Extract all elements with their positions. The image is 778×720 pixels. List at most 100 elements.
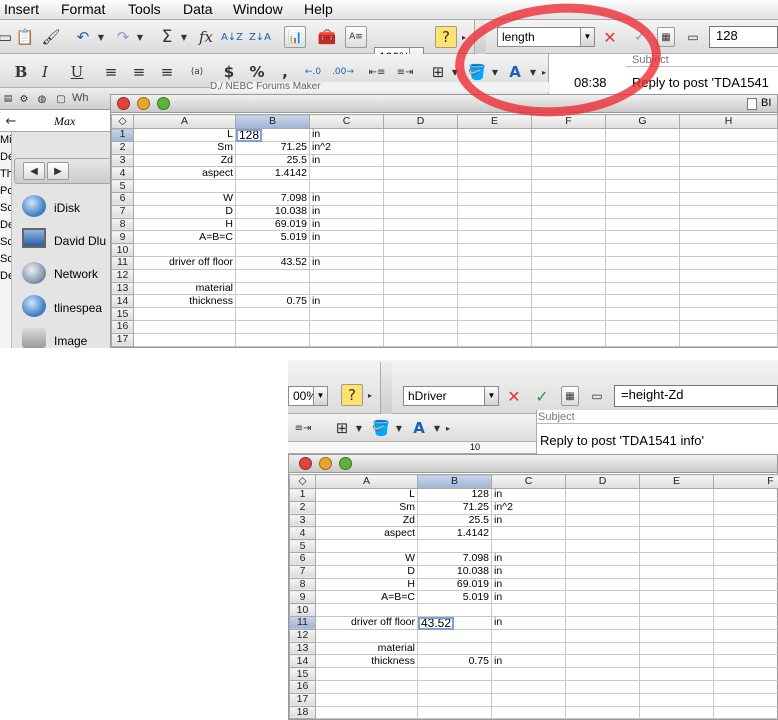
cell-c17[interactable] (491, 692, 566, 707)
back-arrow-icon[interactable]: ← (2, 112, 20, 130)
cell-g3[interactable] (605, 153, 680, 168)
zoom-window-icon[interactable] (157, 97, 170, 110)
row-header[interactable]: 4 (111, 166, 134, 181)
cell-f7[interactable] (531, 204, 606, 219)
cell-d17[interactable] (383, 332, 458, 347)
cell-d12[interactable] (565, 628, 640, 643)
cell-d9[interactable] (383, 230, 458, 245)
cell-c8[interactable]: in (491, 577, 566, 592)
cell-d11[interactable] (565, 615, 640, 630)
column-header-a[interactable]: A (315, 474, 418, 489)
cell-a11[interactable]: driver off floor (315, 615, 418, 630)
cell-e16[interactable] (457, 319, 532, 334)
cell-d5[interactable] (565, 539, 640, 553)
sort-descending-icon[interactable]: Z↓A (248, 26, 272, 48)
cell-c3[interactable]: in (309, 153, 384, 168)
cell-e14[interactable] (639, 654, 714, 669)
cell-c4[interactable] (491, 526, 566, 541)
minimize-window-icon[interactable] (137, 97, 150, 110)
function-icon[interactable]: fx (195, 26, 217, 48)
cell-d13[interactable] (383, 281, 458, 296)
cell-a12[interactable] (315, 628, 418, 643)
cell-c2[interactable]: in^2 (491, 500, 566, 515)
row-header[interactable]: 6 (111, 191, 134, 206)
column-header-d[interactable]: D (383, 114, 458, 129)
cell-b13[interactable] (417, 641, 492, 656)
cell-g11[interactable] (605, 255, 680, 270)
merge-cells-icon[interactable]: ⟨a⟩ (184, 61, 210, 83)
menu-tools[interactable]: Tools (128, 1, 161, 17)
cell-d10[interactable] (383, 243, 458, 257)
align-left-icon[interactable]: ≡ (100, 61, 122, 83)
italic-button[interactable]: I (34, 61, 56, 83)
paste-icon[interactable]: 📋 (14, 26, 36, 48)
name-box-bottom[interactable]: hDriver ▼ (403, 386, 499, 406)
format-painter-icon[interactable]: 🖌 (40, 26, 62, 48)
underline-button[interactable]: U (66, 61, 88, 83)
column-header-e[interactable]: E (639, 474, 714, 489)
network-icon[interactable] (22, 262, 46, 284)
select-all-corner[interactable]: ◇ (289, 474, 316, 489)
formula-toggle-icon[interactable]: ▭ (588, 386, 606, 406)
confirm-entry-icon[interactable]: ✓ (532, 386, 552, 406)
close-window-icon[interactable] (117, 97, 130, 110)
cell-c16[interactable] (309, 319, 384, 334)
cell-d1[interactable] (383, 128, 458, 142)
cell-g8[interactable] (605, 217, 680, 232)
cell-a2[interactable]: Sm (315, 500, 418, 515)
cell-c7[interactable]: in (309, 204, 384, 219)
cell-c6[interactable]: in (491, 551, 566, 566)
column-header-d[interactable]: D (565, 474, 640, 489)
cell-a4[interactable]: aspect (315, 526, 418, 541)
cell-a7[interactable]: D (315, 564, 418, 579)
cell-e14[interactable] (457, 294, 532, 309)
cell-b3[interactable]: 25.5 (235, 153, 310, 168)
sidebar-item-idisk[interactable]: iDisk (54, 201, 80, 215)
cell-d4[interactable] (565, 526, 640, 541)
row-header[interactable]: 16 (111, 319, 134, 334)
autosum-icon[interactable]: Σ (156, 26, 178, 48)
cell-b16[interactable] (235, 319, 310, 334)
cell-b10[interactable] (417, 603, 492, 617)
cell-a15[interactable] (133, 307, 236, 321)
cell-d15[interactable] (383, 307, 458, 321)
row-header[interactable]: 11 (111, 255, 134, 270)
column-header-b[interactable]: B (235, 114, 310, 129)
sidebar-item-computer[interactable]: David Dlu (54, 234, 106, 248)
cell-e8[interactable] (639, 577, 714, 592)
borders-icon[interactable]: ⊞ (332, 417, 352, 439)
cell-a6[interactable]: W (133, 191, 236, 206)
row-header[interactable]: 14 (289, 654, 316, 669)
increase-indent-icon[interactable]: ≡⇥ (392, 61, 418, 83)
cell-c2[interactable]: in^2 (309, 140, 384, 155)
comma-button[interactable]: , (276, 61, 294, 83)
cell-a13[interactable]: material (315, 641, 418, 656)
cell-c1[interactable]: in (491, 488, 566, 502)
cell-h13[interactable] (679, 281, 778, 296)
cell-b17[interactable] (417, 692, 492, 707)
cell-a7[interactable]: D (133, 204, 236, 219)
cell-b1[interactable]: 128 (417, 488, 492, 502)
cell-f8[interactable] (713, 577, 778, 592)
cell-f12[interactable] (531, 268, 606, 283)
cell-c16[interactable] (491, 679, 566, 694)
cell-c9[interactable]: in (309, 230, 384, 245)
cell-b18[interactable] (417, 705, 492, 720)
font-color-icon[interactable]: A (408, 417, 430, 439)
cell-b6[interactable]: 7.098 (235, 191, 310, 206)
worksheet-grid-bottom[interactable]: ◇ A B C D E F 1 L 128 in 2 Sm 71.25 in^2 3 Zd 25.5 in 4 aspe… (289, 474, 778, 720)
row-header[interactable]: 7 (289, 564, 316, 579)
column-header-b[interactable]: B (417, 474, 492, 489)
cell-d10[interactable] (565, 603, 640, 617)
cell-a5[interactable] (133, 179, 236, 193)
sidebar-item-disk[interactable]: tlinespea (54, 301, 102, 315)
cell-h11[interactable] (679, 255, 778, 270)
cell-a4[interactable]: aspect (133, 166, 236, 181)
cell-d8[interactable] (565, 577, 640, 592)
cell-b15[interactable] (417, 667, 492, 681)
menu-insert[interactable]: Insert (4, 1, 39, 17)
cell-e16[interactable] (639, 679, 714, 694)
cell-d11[interactable] (383, 255, 458, 270)
cell-b3[interactable]: 25.5 (417, 513, 492, 528)
cell-g10[interactable] (605, 243, 680, 257)
